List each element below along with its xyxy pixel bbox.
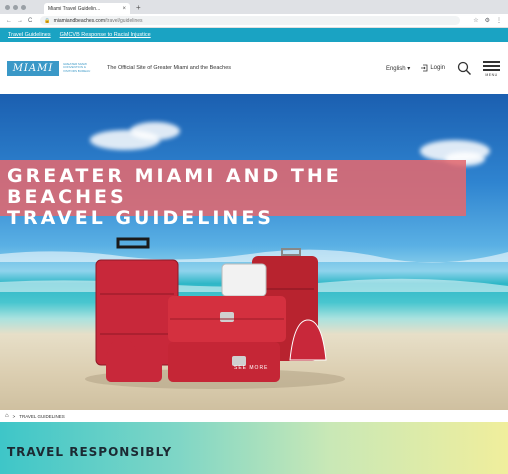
lock-icon: 🔒: [44, 17, 51, 24]
home-icon[interactable]: ⌂: [5, 413, 9, 419]
site-tagline: The Official Site of Greater Miami and t…: [107, 65, 232, 71]
see-more-link[interactable]: SEE MORE: [234, 365, 268, 371]
hero-banner: GREATER MIAMI AND THE BEACHES TRAVEL GUI…: [0, 94, 508, 410]
hero-title: GREATER MIAMI AND THE BEACHES TRAVEL GUI…: [7, 166, 467, 229]
language-selector[interactable]: English ▾: [386, 65, 410, 72]
menu-label: MENU: [485, 73, 498, 78]
tab-title: Miami Travel Guidelin...: [48, 5, 101, 12]
logo-mark: MIAMI: [7, 60, 59, 76]
utility-bar: Travel Guidelines GMCVB Response to Raci…: [0, 28, 508, 42]
hero-title-line1: GREATER MIAMI AND THE BEACHES: [7, 165, 342, 208]
minimize-window-icon[interactable]: [13, 4, 18, 10]
address-bar[interactable]: 🔒 miamiandbeaches.com/travel/guidelines: [40, 16, 461, 25]
login-icon: [421, 64, 428, 72]
search-button[interactable]: [455, 59, 473, 77]
luggage-illustration: [0, 237, 508, 389]
utility-link-racial-injustice[interactable]: GMCVB Response to Racial Injustice: [60, 32, 151, 38]
url-domain: miamiandbeaches.com: [53, 17, 105, 24]
browser-tab-bar: Miami Travel Guidelin... × +: [0, 0, 508, 14]
hero-title-line2: TRAVEL GUIDELINES: [7, 207, 274, 229]
back-icon[interactable]: ←: [6, 18, 12, 24]
breadcrumb-separator: >: [12, 413, 16, 419]
url-path: /travel/guidelines: [105, 17, 143, 24]
login-button[interactable]: Login: [420, 64, 445, 72]
hamburger-icon: [483, 59, 500, 74]
site-logo[interactable]: MIAMI GREATER MIAMI CONVENTION & VISITOR…: [7, 60, 95, 76]
menu-button[interactable]: MENU: [483, 59, 500, 78]
section-title: TRAVEL RESPONSIBLY: [7, 445, 173, 459]
forward-icon[interactable]: →: [17, 18, 23, 24]
browser-tab[interactable]: Miami Travel Guidelin... ×: [44, 3, 130, 14]
site-header: MIAMI GREATER MIAMI CONVENTION & VISITOR…: [0, 42, 508, 94]
logo-subtitle: GREATER MIAMI CONVENTION & VISITORS BURE…: [63, 61, 91, 73]
search-icon: [457, 61, 471, 75]
utility-link-travel-guidelines[interactable]: Travel Guidelines: [8, 32, 51, 38]
more-options-icon[interactable]: ⋮: [496, 17, 502, 24]
window-controls[interactable]: [5, 4, 26, 10]
breadcrumb: ⌂ > TRAVEL GUIDELINES: [0, 410, 508, 422]
bookmark-icon[interactable]: ☆: [473, 17, 478, 24]
reload-icon[interactable]: C: [28, 18, 32, 24]
tab-close-icon[interactable]: ×: [122, 6, 126, 12]
settings-icon[interactable]: ⚙: [485, 17, 490, 24]
section-banner: TRAVEL RESPONSIBLY: [0, 422, 508, 474]
breadcrumb-current: TRAVEL GUIDELINES: [19, 413, 65, 419]
close-window-icon[interactable]: [5, 4, 10, 10]
new-tab-button[interactable]: +: [136, 3, 141, 12]
maximize-window-icon[interactable]: [21, 4, 26, 10]
login-label: Login: [430, 65, 445, 71]
browser-toolbar: ← → C 🔒 miamiandbeaches.com/travel/guide…: [0, 14, 508, 28]
